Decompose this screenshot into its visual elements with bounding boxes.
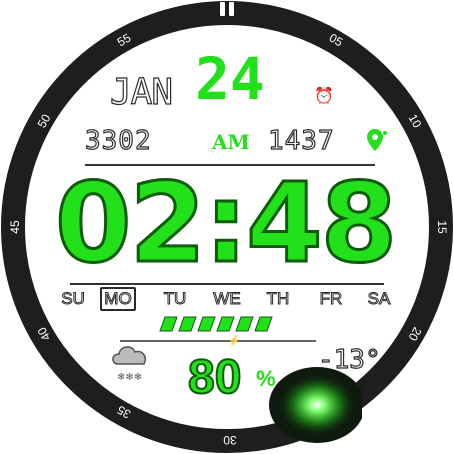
time-display: 02:48 bbox=[53, 159, 398, 287]
location-icon[interactable] bbox=[366, 127, 388, 155]
am-pm-label: AM bbox=[212, 130, 250, 154]
charging-icon: ⚡ bbox=[228, 336, 241, 347]
battery-bar bbox=[159, 316, 273, 332]
battery-segment bbox=[254, 316, 273, 332]
snow-cloud-icon: ❄❄❄ bbox=[112, 346, 147, 383]
bezel-tick-45: 45 bbox=[8, 220, 22, 234]
steps-value: 3302 bbox=[84, 125, 152, 156]
battery-segment bbox=[197, 316, 216, 332]
weekday-su: SU bbox=[61, 289, 86, 309]
weekday-we: WE bbox=[213, 289, 241, 309]
battery-percent: 80 bbox=[187, 350, 242, 405]
alarm-icon[interactable]: ⏰ bbox=[314, 86, 334, 106]
weekday-tu: TU bbox=[163, 289, 187, 309]
battery-segment bbox=[178, 316, 197, 332]
battery-segment bbox=[235, 316, 254, 332]
weekday-sa: SA bbox=[367, 289, 391, 309]
svg-text:❄❄❄: ❄❄❄ bbox=[117, 372, 142, 383]
bezel-tick-30: 30 bbox=[223, 433, 237, 447]
glow-effect bbox=[269, 367, 362, 443]
weekday-mo-selected: MO bbox=[100, 287, 136, 311]
secondary-value: 1437 bbox=[267, 125, 335, 156]
month-label: JAN bbox=[109, 71, 173, 113]
battery-segment bbox=[159, 316, 178, 332]
bezel-tick-15: 15 bbox=[435, 220, 449, 234]
battery-segment bbox=[216, 316, 235, 332]
watch-face: 55 05 10 15 20 25 30 35 40 45 50 JAN 24 … bbox=[0, 0, 454, 454]
day-of-month: 24 bbox=[195, 45, 265, 113]
weekday-th: TH bbox=[266, 289, 290, 309]
weekday-fr: FR bbox=[319, 289, 343, 309]
